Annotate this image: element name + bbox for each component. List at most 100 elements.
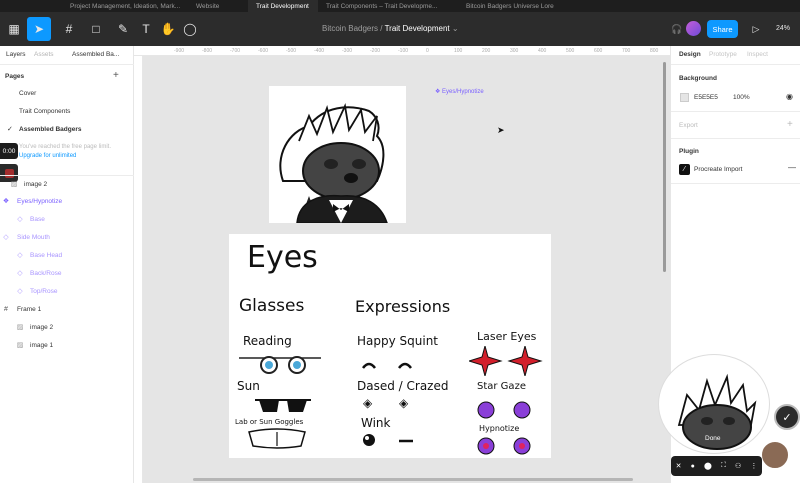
ruler-tick: 300 — [510, 48, 519, 54]
instance-icon: ◇ — [17, 288, 23, 295]
page-item[interactable]: Trait Components — [19, 108, 70, 115]
main-menu-icon[interactable]: ▦ — [2, 17, 26, 41]
color-swatch[interactable] — [680, 93, 689, 102]
badger-image[interactable] — [269, 86, 406, 224]
page-item[interactable]: Cover — [19, 90, 36, 97]
browser-tab[interactable]: Bitcoin Badgers Universe Lore — [458, 0, 588, 12]
tab-design[interactable]: Design — [679, 51, 701, 58]
pen-tool-icon[interactable]: ✎ — [111, 17, 135, 41]
vertical-scrollbar[interactable] — [663, 62, 666, 272]
export-title: Export — [679, 122, 698, 129]
person-icon[interactable]: ⚇ — [735, 462, 741, 470]
minus-icon[interactable]: — — [788, 163, 796, 172]
tab-layers[interactable]: Layers — [6, 51, 26, 58]
browser-tab-active[interactable]: Trait Development — [248, 0, 318, 12]
reading-label: Reading — [243, 334, 292, 348]
breadcrumb-file[interactable]: Trait Development — [385, 24, 450, 33]
layer-row[interactable]: ◇ Base Head — [0, 247, 134, 263]
checkmark-icon[interactable]: ✓ — [774, 404, 800, 430]
layer-row[interactable]: ◇ Top/Rose — [0, 283, 134, 299]
eye-icon[interactable]: ◉ — [786, 92, 793, 101]
breadcrumb-separator: / — [380, 24, 383, 33]
upgrade-link[interactable]: Upgrade for unlimited — [19, 153, 76, 159]
ruler-tick: -100 — [398, 48, 409, 54]
layer-row[interactable]: ◇ Back/Rose — [0, 265, 134, 281]
ruler-tick: -600 — [258, 48, 269, 54]
plugin-name[interactable]: Procreate Import — [694, 166, 742, 173]
layer-label: Base Head — [30, 251, 63, 259]
image-icon: ▨ — [16, 342, 24, 349]
zoom-level[interactable]: 24% — [776, 25, 790, 32]
component-icon: ❖ — [2, 198, 10, 205]
tab-assets[interactable]: Assets — [34, 51, 54, 58]
browser-tab-strip: Project Management, Ideation, Mark... We… — [0, 0, 800, 12]
component-label[interactable]: ❖ Eyes/Hypnotize — [435, 88, 484, 95]
browser-tab[interactable]: Project Management, Ideation, Mark... — [62, 0, 188, 12]
add-export-icon[interactable]: + — [787, 119, 793, 130]
layer-label: image 2 — [30, 323, 54, 331]
frame-tool-icon[interactable]: # — [57, 17, 81, 41]
video-bubble[interactable]: Done — [658, 354, 770, 454]
large-dot-icon[interactable]: ⬤ — [704, 462, 712, 470]
tab-inspect[interactable]: Inspect — [747, 51, 768, 58]
small-dot-icon[interactable]: ● — [691, 463, 695, 470]
avatar[interactable] — [686, 21, 701, 36]
share-button[interactable]: Share — [707, 20, 738, 38]
layer-row[interactable]: ▨ image 2 — [0, 319, 134, 335]
layer-row[interactable]: ❖ Eyes/Hypnotize — [0, 193, 134, 209]
layer-label: Frame 1 — [17, 305, 42, 313]
recording-timer: 0:00 — [0, 143, 18, 159]
browser-tab[interactable]: Trait Components – Trait Developme... — [318, 0, 458, 12]
laser-eyes-label: Laser Eyes — [477, 330, 537, 343]
background-title: Background — [679, 75, 717, 82]
fullscreen-icon[interactable]: ⛶ — [721, 462, 726, 470]
background-opacity[interactable]: 100% — [733, 94, 750, 101]
breadcrumb[interactable]: Bitcoin Badgers / Trait Development ⌄ — [322, 24, 459, 33]
pages-title: Pages — [5, 73, 25, 80]
glasses-heading: Glasses — [239, 296, 305, 316]
more-icon[interactable]: ⋮ — [750, 462, 757, 470]
done-button[interactable]: Done — [705, 435, 721, 442]
move-tool-icon[interactable]: ➤ — [27, 17, 51, 41]
ruler-tick: -900 — [174, 48, 185, 54]
tab-prototype[interactable]: Prototype — [709, 51, 737, 58]
layer-row[interactable]: ▨ image 2 — [0, 176, 134, 192]
horizontal-scrollbar[interactable] — [193, 478, 633, 481]
layer-label: image 2 — [24, 180, 48, 188]
goggles-icon — [248, 428, 306, 449]
background-hex[interactable]: E5E5E5 — [694, 94, 718, 101]
hand-tool-icon[interactable]: ✋ — [156, 17, 180, 41]
divider — [671, 64, 800, 65]
browser-tab[interactable]: Website — [188, 0, 248, 12]
canvas[interactable]: ❖ Eyes/Hypnotize ➤ Eyes Glasses Expressi… — [143, 56, 670, 483]
layer-row[interactable]: # Frame 1 — [0, 301, 134, 317]
reading-glasses-icon — [239, 356, 321, 374]
laser-eyes-icon — [469, 346, 543, 376]
layer-row[interactable]: ◇ Side Mouth — [0, 229, 134, 245]
comment-tool-icon[interactable]: ◯ — [178, 17, 202, 41]
ruler-tick: 100 — [454, 48, 463, 54]
add-page-icon[interactable]: + — [113, 70, 119, 81]
sheet-title: Eyes — [247, 240, 318, 275]
layer-row[interactable]: ◇ Base — [0, 211, 134, 227]
instance-icon: ◇ — [17, 252, 23, 259]
shape-tool-icon[interactable]: □ — [84, 17, 108, 41]
chevron-down-icon[interactable]: ⌄ — [452, 24, 459, 33]
text-tool-icon[interactable]: T — [134, 17, 158, 41]
close-icon[interactable]: ✕ — [676, 462, 682, 470]
page-selector[interactable]: Assembled Ba... — [72, 51, 119, 58]
page-item-active[interactable]: Assembled Badgers — [19, 126, 82, 133]
layer-label: Eyes/Hypnotize — [17, 197, 63, 205]
ruler-tick: -400 — [314, 48, 325, 54]
breadcrumb-project[interactable]: Bitcoin Badgers — [322, 24, 378, 33]
present-icon[interactable]: ▷ — [744, 17, 768, 41]
layer-row[interactable]: ▨ image 1 — [0, 337, 134, 353]
happy-squint-label: Happy Squint — [357, 334, 439, 348]
webcam-avatar[interactable] — [760, 440, 790, 470]
layer-label: image 1 — [30, 341, 54, 349]
divider — [0, 64, 134, 65]
ruler-tick: -500 — [286, 48, 297, 54]
eyes-trait-sheet[interactable]: Eyes Glasses Expressions Reading Sun Lab… — [229, 234, 551, 458]
divider — [671, 111, 800, 112]
divider — [671, 138, 800, 139]
